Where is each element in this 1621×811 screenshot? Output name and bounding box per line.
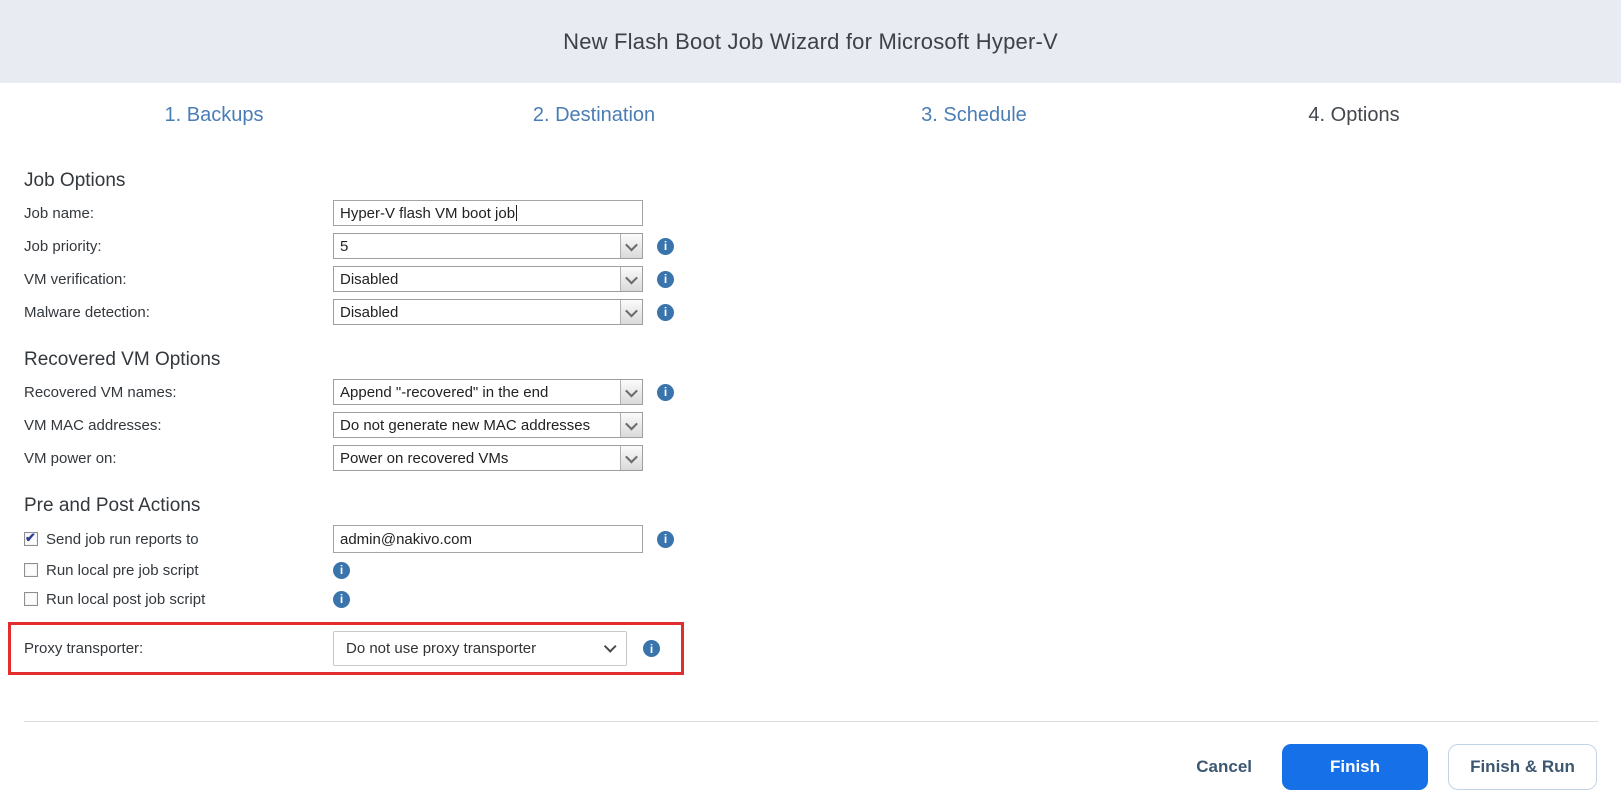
- post-script-row: Run local post job script: [24, 588, 744, 610]
- recovered-vm-names-label: Recovered VM names:: [24, 383, 177, 401]
- pre-script-row: Run local pre job script: [24, 559, 744, 581]
- info-icon[interactable]: [333, 590, 350, 608]
- vm-mac-addresses-row: VM MAC addresses: Do not generate new MA…: [24, 412, 744, 438]
- malware-detection-select[interactable]: Disabled: [333, 299, 643, 325]
- send-reports-checkbox[interactable]: [24, 530, 38, 546]
- post-script-label: Run local post job script: [46, 590, 206, 608]
- malware-detection-label: Malware detection:: [24, 303, 150, 321]
- step-destination[interactable]: 2. Destination: [404, 104, 784, 127]
- vm-mac-addresses-label: VM MAC addresses:: [24, 416, 162, 434]
- chevron-down-icon[interactable]: [620, 300, 642, 324]
- pre-script-label: Run local pre job script: [46, 561, 199, 579]
- job-name-input[interactable]: Hyper-V flash VM boot job: [333, 200, 643, 226]
- step-options[interactable]: 4. Options: [1164, 104, 1544, 127]
- finish-button[interactable]: Finish: [1282, 744, 1428, 790]
- info-icon[interactable]: [657, 383, 674, 401]
- info-icon[interactable]: [657, 530, 674, 548]
- section-recovered-vm-options: Recovered VM Options: [24, 349, 221, 370]
- step-schedule[interactable]: 3. Schedule: [784, 104, 1164, 127]
- report-email-input[interactable]: admin@nakivo.com: [333, 525, 643, 553]
- vm-power-on-row: VM power on: Power on recovered VMs: [24, 445, 744, 471]
- recovered-vm-names-value: Append "-recovered" in the end: [340, 383, 549, 401]
- wizard-steps: 1. Backups 2. Destination 3. Schedule 4.…: [24, 96, 1544, 134]
- wizard-title: New Flash Boot Job Wizard for Microsoft …: [563, 28, 1058, 54]
- job-name-label: Job name:: [24, 204, 95, 222]
- info-icon[interactable]: [657, 237, 674, 255]
- options-form: Job Options Job name: Hyper-V flash VM b…: [8, 170, 744, 675]
- recovered-vm-names-select[interactable]: Append "-recovered" in the end: [333, 379, 643, 405]
- vm-mac-addresses-value: Do not generate new MAC addresses: [340, 416, 591, 434]
- chevron-down-icon[interactable]: [620, 446, 642, 470]
- text-caret: [516, 205, 518, 221]
- info-icon[interactable]: [333, 561, 350, 579]
- vm-verification-row: VM verification: Disabled: [24, 266, 744, 292]
- step-backups[interactable]: 1. Backups: [24, 104, 404, 127]
- footer-actions: Cancel Finish Finish & Run: [1196, 744, 1597, 790]
- vm-power-on-value: Power on recovered VMs: [340, 449, 509, 467]
- chevron-down-icon[interactable]: [620, 380, 642, 404]
- send-reports-check-label: Send job run reports to: [24, 530, 333, 548]
- job-name-row: Job name: Hyper-V flash VM boot job: [24, 200, 744, 226]
- job-priority-select[interactable]: 5: [333, 233, 643, 259]
- vm-power-on-select[interactable]: Power on recovered VMs: [333, 445, 643, 471]
- chevron-down-icon[interactable]: [620, 413, 642, 437]
- vm-mac-addresses-select[interactable]: Do not generate new MAC addresses: [333, 412, 643, 438]
- malware-detection-row: Malware detection: Disabled: [24, 299, 744, 325]
- vm-verification-select[interactable]: Disabled: [333, 266, 643, 292]
- proxy-transporter-label: Proxy transporter:: [24, 640, 144, 657]
- chevron-down-icon[interactable]: [620, 267, 642, 291]
- job-priority-row: Job priority: 5: [24, 233, 744, 259]
- chevron-down-icon: [603, 640, 617, 653]
- vm-verification-value: Disabled: [340, 270, 399, 288]
- malware-detection-value: Disabled: [340, 303, 399, 321]
- wizard-window: New Flash Boot Job Wizard for Microsoft …: [0, 0, 1621, 811]
- job-name-value: Hyper-V flash VM boot job: [340, 204, 516, 222]
- post-script-checkbox[interactable]: [24, 592, 38, 606]
- recovered-vm-names-row: Recovered VM names: Append "-recovered" …: [24, 379, 744, 405]
- cancel-button[interactable]: Cancel: [1196, 757, 1252, 777]
- proxy-transporter-value: Do not use proxy transporter: [346, 640, 537, 657]
- info-icon[interactable]: [643, 640, 660, 657]
- job-priority-value: 5: [340, 237, 349, 255]
- pre-script-checkbox[interactable]: [24, 563, 38, 577]
- proxy-transporter-select[interactable]: Do not use proxy transporter: [333, 631, 627, 666]
- job-priority-label: Job priority:: [24, 237, 102, 255]
- post-script-check-label: Run local post job script: [24, 591, 333, 608]
- send-reports-label: Send job run reports to: [46, 530, 199, 548]
- footer-divider: [24, 721, 1598, 722]
- info-icon[interactable]: [657, 270, 674, 288]
- wizard-header: New Flash Boot Job Wizard for Microsoft …: [0, 0, 1621, 83]
- section-pre-post-actions: Pre and Post Actions: [24, 495, 201, 516]
- chevron-down-icon[interactable]: [620, 234, 642, 258]
- finish-and-run-button[interactable]: Finish & Run: [1448, 744, 1597, 790]
- report-email-value: admin@nakivo.com: [340, 530, 472, 548]
- proxy-transporter-highlight: Proxy transporter: Do not use proxy tran…: [8, 622, 684, 675]
- section-job-options: Job Options: [24, 170, 126, 191]
- info-icon[interactable]: [657, 303, 674, 321]
- vm-power-on-label: VM power on:: [24, 449, 117, 467]
- send-reports-row: Send job run reports to admin@nakivo.com: [24, 525, 744, 553]
- pre-script-check-label: Run local pre job script: [24, 562, 333, 579]
- vm-verification-label: VM verification:: [24, 270, 127, 288]
